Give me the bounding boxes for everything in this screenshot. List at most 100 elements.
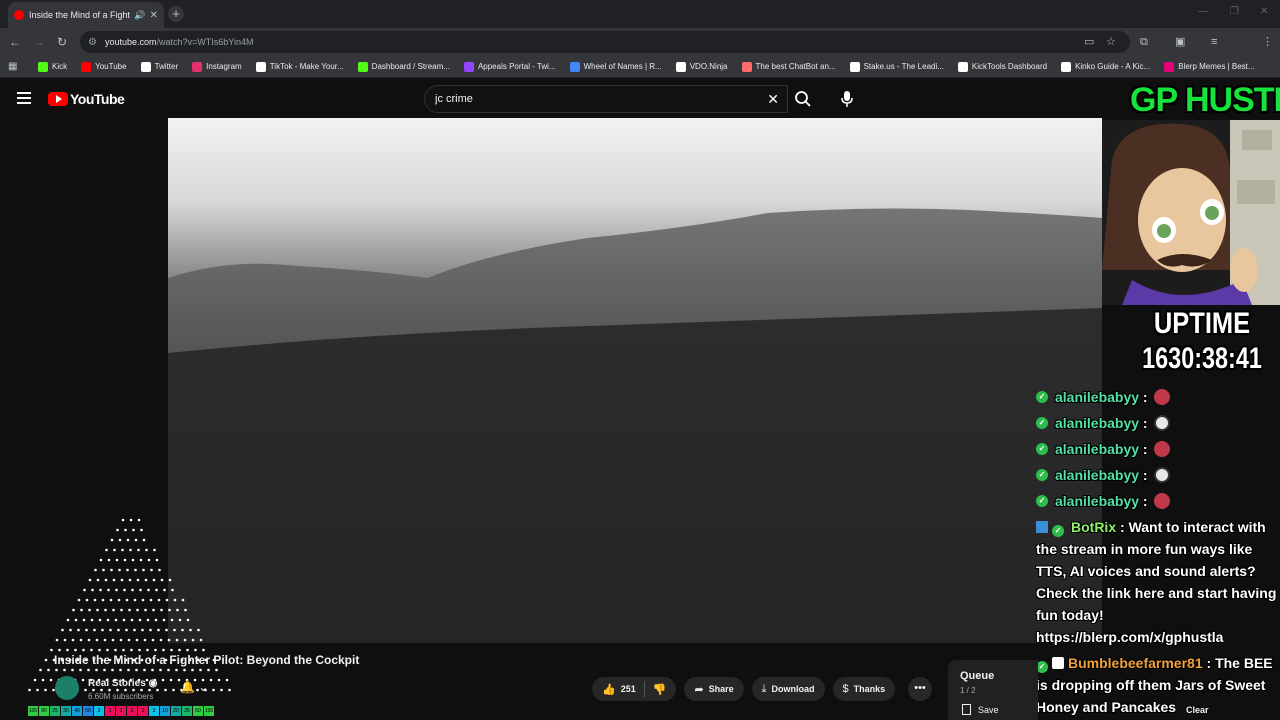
search-input[interactable] — [435, 93, 755, 105]
bookmark-favicon-icon — [569, 61, 580, 72]
more-actions-button[interactable]: ••• — [908, 677, 932, 701]
chat-colon: : — [1202, 655, 1216, 671]
bookmark-item[interactable]: Instagram — [192, 61, 242, 72]
browser-menu-icon[interactable]: ⋮ — [1262, 35, 1273, 49]
pattern-dot — [152, 608, 155, 612]
browser-tab[interactable]: Inside the Mind of a Fighte 🔊 ✕ — [8, 2, 164, 28]
bookmark-item[interactable]: Stake.us - The Leadi... — [849, 61, 944, 72]
color-meter-cell: 25 — [182, 706, 192, 716]
queue-position: 1 / 2 — [960, 686, 976, 695]
media-control-icon[interactable]: ≡ — [1211, 35, 1217, 49]
color-meter-cell: 1 — [138, 706, 148, 716]
reload-icon[interactable]: ↻ — [57, 34, 67, 50]
bookmark-item[interactable]: Dashboard / Stream... — [357, 61, 450, 72]
youtube-logo[interactable]: YouTube — [48, 91, 125, 107]
share-icon: ➦ — [694, 683, 704, 696]
bookmark-item[interactable]: The best ChatBot an... — [741, 61, 836, 72]
pattern-dot — [152, 578, 156, 582]
new-tab-button[interactable]: + — [168, 6, 184, 22]
bookmark-item[interactable]: TikTok - Make Your... — [255, 61, 344, 72]
address-bar[interactable]: ⚙ youtube.com/watch?v=WTIs6bYin4M — [80, 31, 1130, 53]
channel-name[interactable]: Real Stories ◉ — [88, 678, 157, 689]
bookmark-label: VDO.Ninja — [689, 62, 728, 71]
bookmark-item[interactable]: VDO.Ninja — [675, 61, 728, 72]
close-tab-icon[interactable]: ✕ — [150, 10, 158, 21]
queue-clear-button[interactable]: Clear — [1186, 705, 1209, 715]
chat-overlay: ✓ alanilebabyy : ✓ alanilebabyy : ✓ alanileba… — [1036, 384, 1280, 718]
color-meter-cell: 40 — [72, 706, 82, 716]
bookmark-item[interactable]: Kinko Guide - A Kic... — [1061, 61, 1150, 72]
speaker-icon[interactable]: 🔊 — [134, 10, 145, 21]
pattern-dot — [120, 578, 124, 582]
forward-icon[interactable]: → — [33, 34, 45, 50]
pattern-dot — [115, 588, 118, 592]
color-meter-cell: 3 — [94, 706, 104, 716]
pattern-dot — [217, 678, 221, 682]
dislike-icon[interactable]: 👎 — [653, 683, 667, 696]
pattern-dot — [93, 598, 97, 602]
bookmark-star-icon[interactable]: ☆ — [1106, 35, 1116, 49]
chevron-down-icon: ⌄ — [198, 680, 209, 694]
pattern-dot — [79, 668, 82, 672]
pattern-dot — [158, 568, 161, 572]
like-icon[interactable]: 👍 — [602, 683, 616, 696]
bookmark-item[interactable]: YouTube — [81, 61, 127, 72]
pattern-dot — [209, 678, 213, 682]
minimize-icon[interactable]: — — [1198, 6, 1208, 17]
bookmark-item[interactable]: Kick — [38, 61, 67, 72]
pattern-dot — [95, 668, 98, 672]
pattern-dot — [80, 608, 83, 612]
apps-grid-icon[interactable]: ▦ — [8, 61, 20, 72]
download-label: Download — [771, 684, 815, 694]
bookmark-item[interactable]: Twitter — [140, 61, 178, 72]
site-info-icon[interactable]: ⚙ — [88, 37, 97, 48]
bot-badge-icon — [1036, 521, 1048, 533]
pattern-dot — [175, 668, 178, 672]
pattern-dot — [144, 578, 148, 582]
pattern-dot — [79, 638, 83, 642]
queue-save-button[interactable]: Save — [962, 704, 999, 715]
bookmark-item[interactable]: KickTools Dashboard — [957, 61, 1047, 72]
bookmark-item[interactable]: Wheel of Names | R... — [569, 61, 662, 72]
download-button[interactable]: ⤓ Download — [751, 677, 825, 701]
pattern-dot — [63, 668, 66, 672]
bookmark-item[interactable]: Appeals Portal - Twi... — [463, 61, 556, 72]
bookmark-favicon-icon — [192, 61, 203, 72]
pattern-dot — [136, 578, 140, 582]
pattern-dot — [112, 608, 115, 612]
pattern-dot — [92, 688, 95, 692]
chat-message: ✓ alanilebabyy : — [1036, 436, 1280, 462]
channel-avatar[interactable] — [55, 676, 79, 700]
bookmark-item[interactable]: Blerp Memes | Best... — [1164, 61, 1255, 72]
pattern-dot — [199, 668, 202, 672]
like-count[interactable]: 251 — [621, 684, 636, 694]
pattern-dot — [123, 558, 127, 562]
pattern-dot — [98, 618, 102, 622]
pattern-dot — [162, 648, 165, 652]
pattern-dot — [136, 608, 139, 612]
maximize-icon[interactable]: ❐ — [1230, 6, 1239, 17]
pattern-dot — [161, 678, 165, 682]
voice-search-button[interactable] — [834, 86, 860, 112]
pattern-dot — [90, 618, 94, 622]
youtube-header: YouTube ✕ — [0, 78, 1280, 120]
subscription-bell-button[interactable]: 🔔 ⌄ — [180, 680, 208, 694]
share-button[interactable]: ➦ Share — [684, 677, 744, 701]
thanks-button[interactable]: $ Thanks — [832, 677, 896, 701]
chat-emote-icon — [1153, 389, 1170, 405]
back-icon[interactable]: ← — [9, 34, 21, 50]
cast-icon[interactable]: ▭ — [1084, 35, 1094, 49]
clear-search-icon[interactable]: ✕ — [767, 91, 779, 108]
chat-username: alanilebabyy — [1055, 389, 1140, 405]
pattern-dot — [144, 608, 147, 612]
video-player[interactable] — [168, 118, 1102, 643]
search-button[interactable] — [788, 85, 818, 113]
close-window-icon[interactable]: ✕ — [1260, 6, 1268, 17]
menu-icon[interactable] — [17, 92, 31, 104]
screen-share-icon[interactable]: ▣ — [1175, 35, 1185, 49]
extensions-icon[interactable]: ⧉ — [1140, 35, 1148, 49]
pattern-dot — [130, 618, 134, 622]
color-meter-cell: 1 — [105, 706, 115, 716]
pattern-dot — [96, 608, 99, 612]
pattern-dot — [129, 548, 132, 552]
